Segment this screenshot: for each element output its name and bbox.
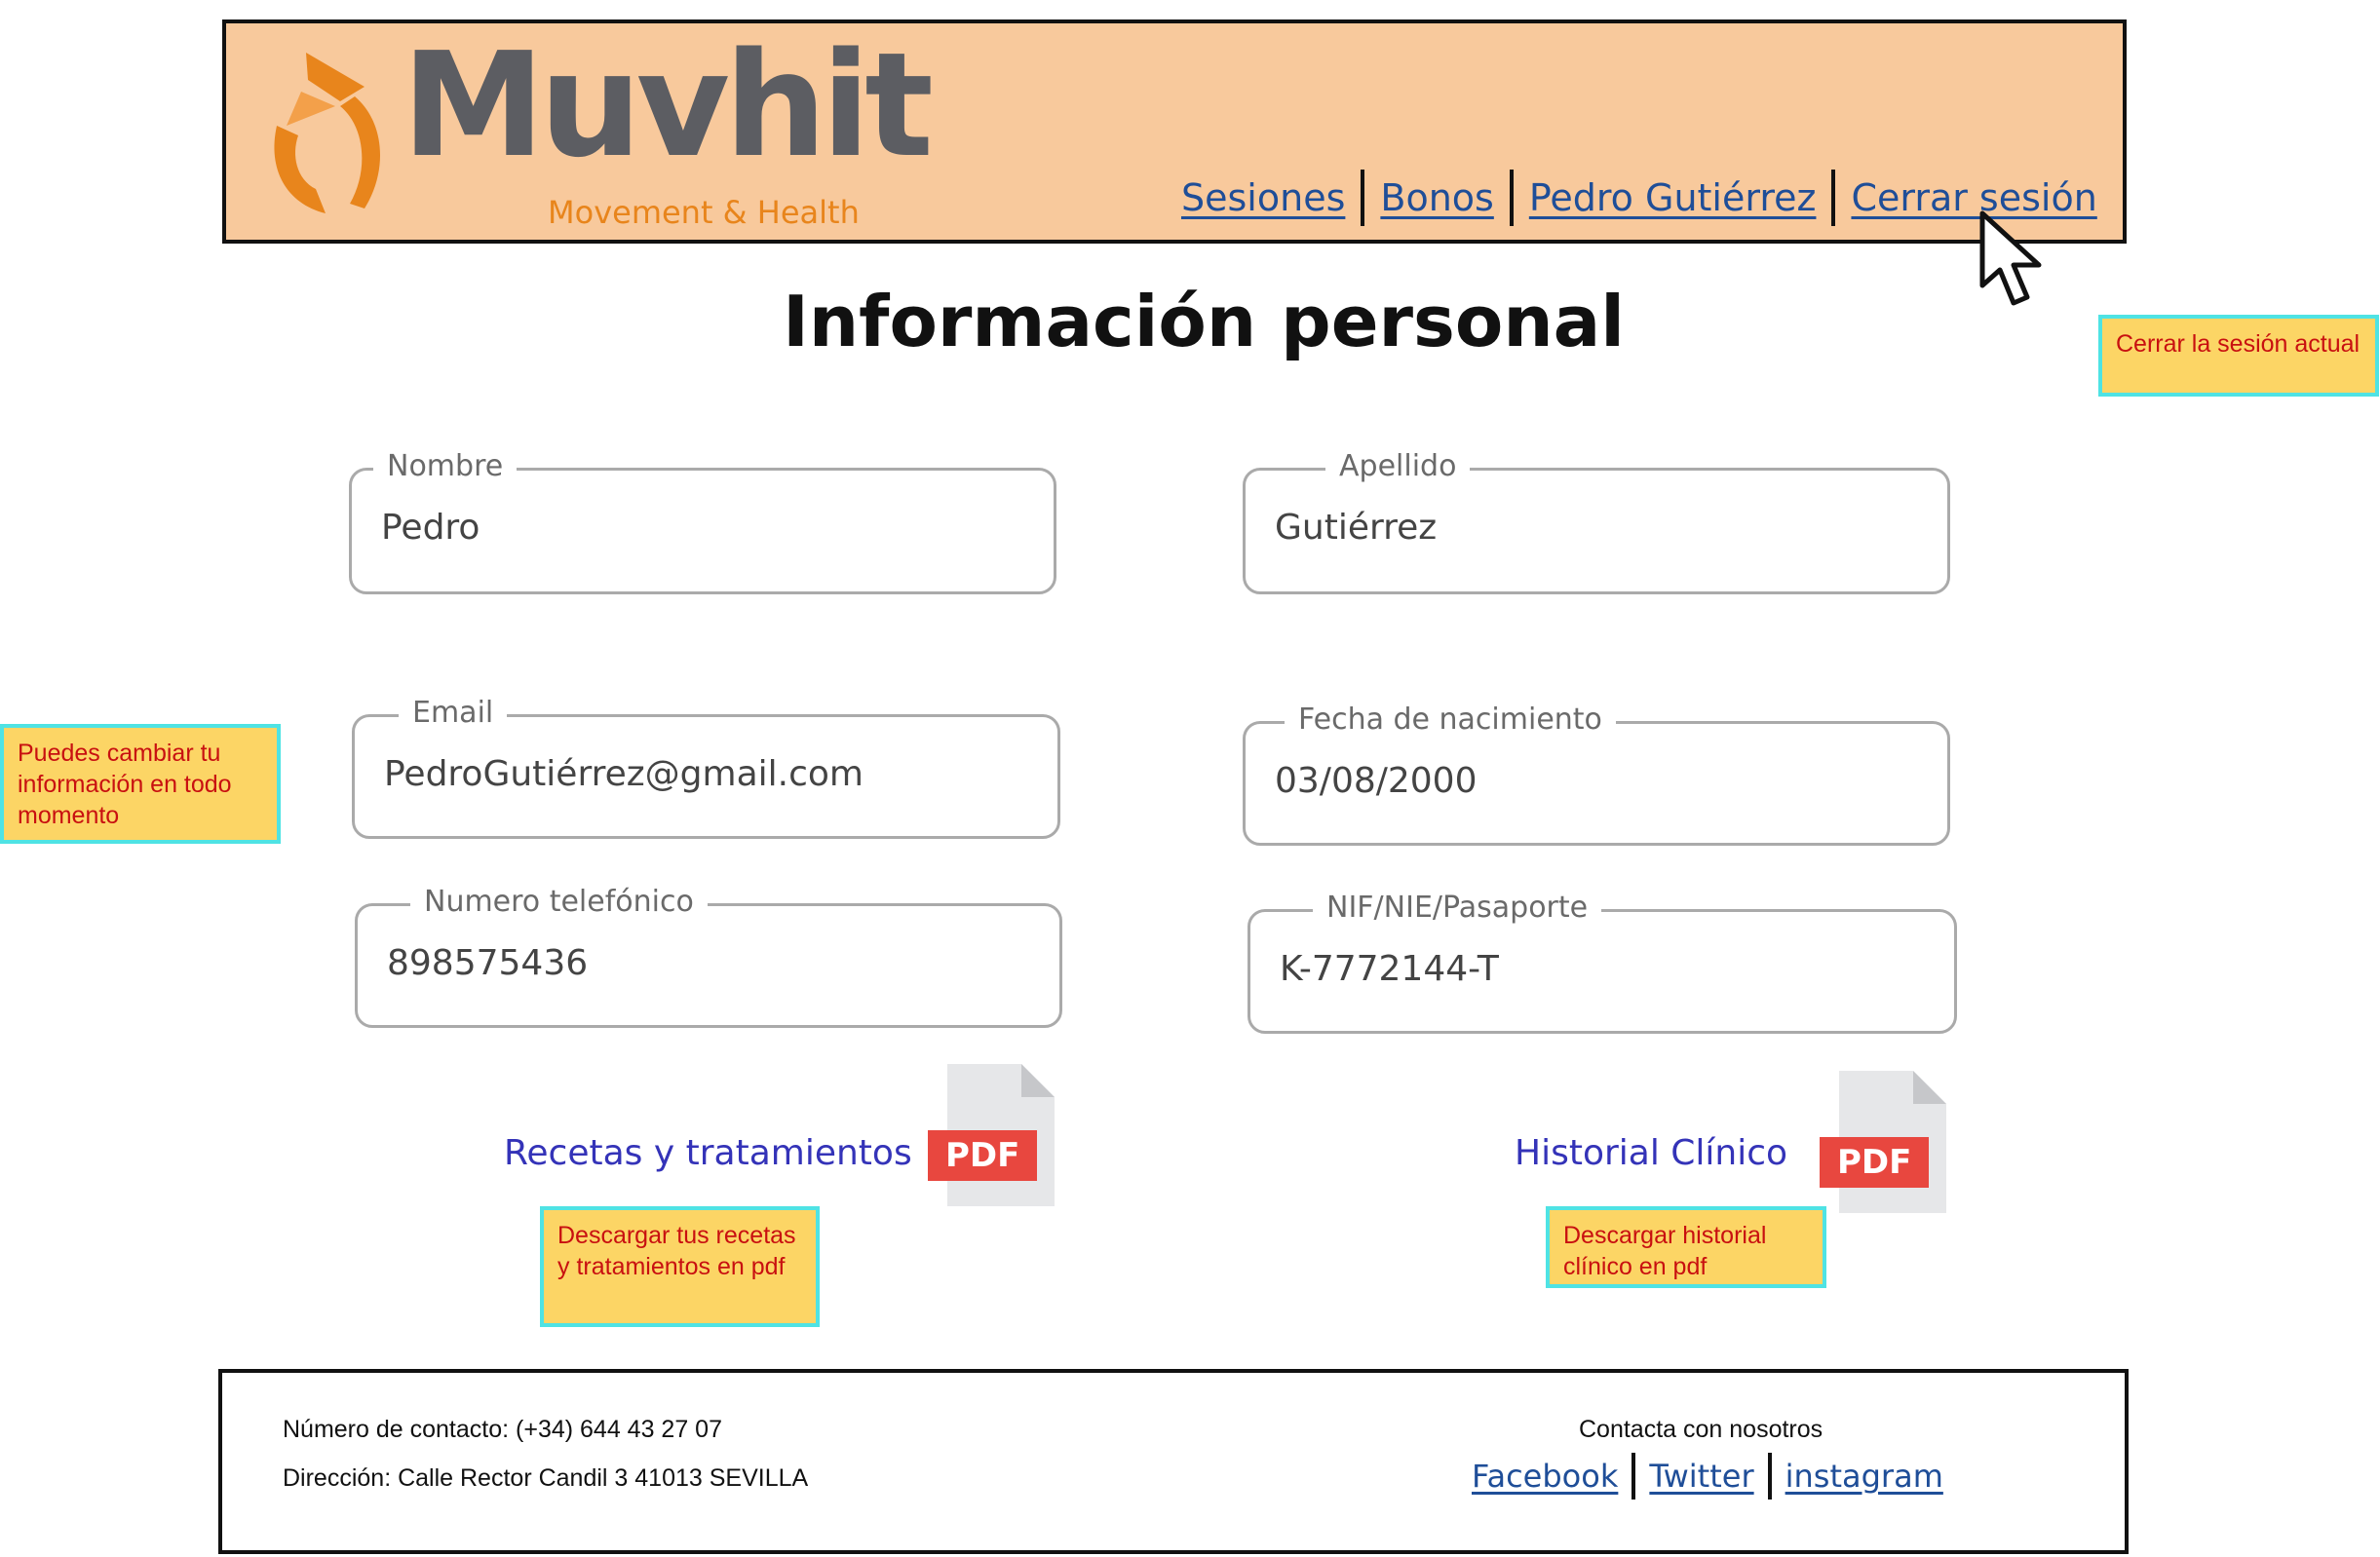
nombre-value: Pedro	[381, 508, 480, 548]
telefono-value: 898575436	[387, 943, 589, 983]
muvhit-logo-icon	[274, 53, 381, 213]
fecha-nacimiento-label: Fecha de nacimiento	[1285, 703, 1616, 737]
apellido-value: Gutiérrez	[1275, 508, 1438, 548]
apellido-label: Apellido	[1325, 449, 1471, 483]
page-title: Información personal	[783, 281, 1625, 362]
footer-contact-us: Contacta con nosotros	[1579, 1416, 1823, 1443]
nav-logout-link[interactable]: Cerrar sesión	[1851, 176, 2096, 219]
apellido-field[interactable]: Apellido Gutiérrez	[1243, 449, 1950, 594]
site-header: Muvhit Movement & Health Sesiones Bonos …	[222, 19, 2127, 244]
note-edit-info: Puedes cambiar tu información en todo mo…	[0, 724, 281, 844]
footer-contact: Número de contacto: (+34) 644 43 27 07	[283, 1416, 722, 1443]
main-nav: Sesiones Bonos Pedro Gutiérrez Cerrar se…	[1181, 170, 2097, 226]
nif-field[interactable]: NIF/NIE/Pasaporte K-7772144-T	[1248, 891, 1957, 1034]
fecha-nacimiento-field[interactable]: Fecha de nacimiento 03/08/2000	[1243, 703, 1950, 846]
recipes-pdf-button[interactable]: PDF	[926, 1060, 1062, 1211]
footer-address: Dirección: Calle Rector Candil 3 41013 S…	[283, 1464, 809, 1492]
email-label: Email	[399, 696, 508, 730]
nav-sesiones-link[interactable]: Sesiones	[1181, 176, 1345, 219]
email-field[interactable]: Email PedroGutiérrez@gmail.com	[352, 696, 1060, 839]
nav-divider	[1361, 170, 1365, 226]
footer-social-links: Facebook Twitter instagram	[1472, 1453, 1943, 1500]
nombre-field[interactable]: Nombre Pedro	[349, 449, 1056, 594]
email-value: PedroGutiérrez@gmail.com	[384, 754, 864, 794]
telefono-label: Numero telefónico	[410, 885, 708, 919]
nif-value: K-7772144-T	[1280, 949, 1499, 989]
facebook-link[interactable]: Facebook	[1472, 1458, 1618, 1495]
logo-text: Muvhit	[402, 21, 934, 189]
recipes-download-link[interactable]: Recetas y tratamientos	[504, 1133, 912, 1173]
nav-divider	[1831, 170, 1836, 226]
social-divider	[1631, 1453, 1636, 1500]
telefono-field[interactable]: Numero telefónico 898575436	[355, 885, 1062, 1028]
note-history: Descargar historial clínico en pdf	[1546, 1206, 1826, 1288]
nif-label: NIF/NIE/Pasaporte	[1313, 891, 1602, 925]
pdf-badge: PDF	[945, 1136, 1020, 1175]
logo-tagline: Movement & Health	[548, 194, 860, 231]
social-divider	[1767, 1453, 1772, 1500]
pdf-badge: PDF	[1837, 1143, 1912, 1182]
site-footer: Número de contacto: (+34) 644 43 27 07 D…	[218, 1369, 2129, 1554]
note-recipes: Descargar tus recetas y tratamientos en …	[540, 1206, 820, 1327]
history-download-link[interactable]: Historial Clínico	[1515, 1133, 1787, 1173]
twitter-link[interactable]: Twitter	[1649, 1458, 1753, 1495]
fecha-nacimiento-value: 03/08/2000	[1275, 761, 1478, 801]
nav-divider	[1509, 170, 1514, 226]
history-pdf-button[interactable]: PDF	[1818, 1067, 1954, 1218]
instagram-link[interactable]: instagram	[1785, 1458, 1943, 1495]
nav-bonos-link[interactable]: Bonos	[1380, 176, 1493, 219]
nav-profile-link[interactable]: Pedro Gutiérrez	[1529, 176, 1817, 219]
nombre-label: Nombre	[373, 449, 518, 483]
